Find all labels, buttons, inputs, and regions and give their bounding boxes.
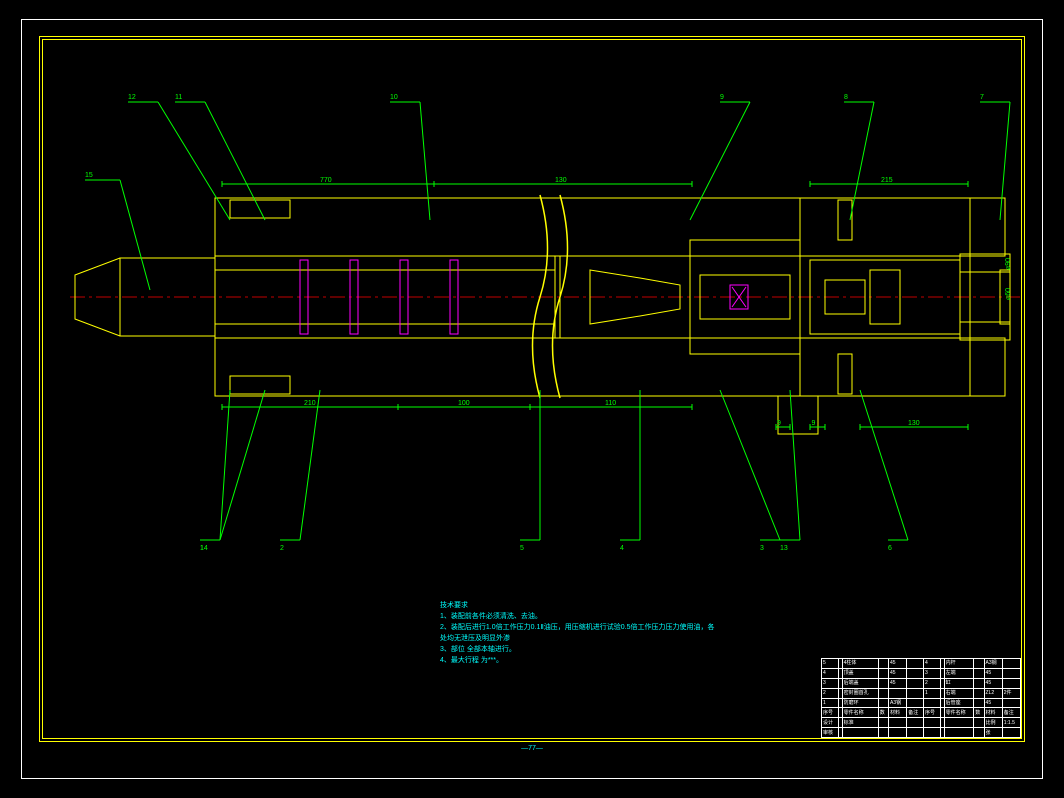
svg-text:3: 3 (760, 545, 764, 552)
svg-text:110: 110 (605, 400, 616, 407)
svg-text:2: 2 (280, 545, 284, 552)
page-number: —77— (521, 745, 543, 752)
svg-text:9: 9 (777, 420, 781, 427)
notes-line: 4、最大行程 为***。 (440, 655, 715, 666)
svg-text:130: 130 (555, 177, 567, 184)
svg-text:5: 5 (520, 545, 524, 552)
svg-text:4: 4 (620, 545, 624, 552)
svg-text:9: 9 (812, 420, 816, 427)
notes-line: 处均无泄压及明显外渗 (440, 633, 715, 644)
leader-line-left: 15 (85, 172, 150, 290)
dimensions-top: 770 130 215 (222, 177, 968, 187)
svg-text:12: 12 (128, 94, 136, 101)
svg-text:1: 1 (200, 545, 204, 552)
mechanical-section (75, 195, 1010, 434)
technical-notes: 技术要求 1、装配前各件必须清洗、去油。 2、装配后进行1.0倍工作压力0.1Ⅱ… (440, 600, 715, 666)
leader-lines-top: 12 11 10 9 8 7 (128, 94, 1010, 220)
svg-text:100: 100 (458, 400, 470, 407)
cad-viewport[interactable]: 121110987 15 1412543613 770130215 210100… (0, 0, 1064, 798)
dimensions-radial: ⌀60 ⌀90 (1005, 258, 1012, 300)
title-block: 54柱体454内杆A3钢4顶盖453左端453后端盖452缸452密封圈首孔1右… (821, 658, 1021, 738)
svg-text:7: 7 (980, 94, 984, 101)
svg-text:⌀90: ⌀90 (1005, 258, 1012, 270)
svg-text:210: 210 (304, 400, 316, 407)
leader-lines-bottom: 1412543613 (200, 390, 908, 552)
notes-line: 2、装配后进行1.0倍工作压力0.1Ⅱ油压，用压缩机进行试验0.5倍工作压力压力… (440, 622, 715, 633)
notes-line: 1、装配前各件必须清洗、去油。 (440, 611, 715, 622)
svg-text:11: 11 (175, 94, 182, 101)
svg-text:6: 6 (888, 545, 892, 552)
notes-line: 3、部位 全部本轴进行。 (440, 644, 715, 655)
svg-text:770: 770 (320, 177, 332, 184)
svg-text:⌀60: ⌀60 (1005, 288, 1012, 300)
svg-text:130: 130 (908, 420, 920, 427)
svg-text:9: 9 (720, 94, 724, 101)
dimensions-bottom: 210 100 110 9 9 130 (222, 400, 968, 430)
svg-text:8: 8 (844, 94, 848, 101)
balloon-15: 15 (85, 172, 93, 179)
svg-text:13: 13 (780, 545, 788, 552)
notes-title: 技术要求 (440, 600, 715, 611)
svg-text:215: 215 (881, 177, 893, 184)
svg-text:10: 10 (390, 94, 398, 101)
